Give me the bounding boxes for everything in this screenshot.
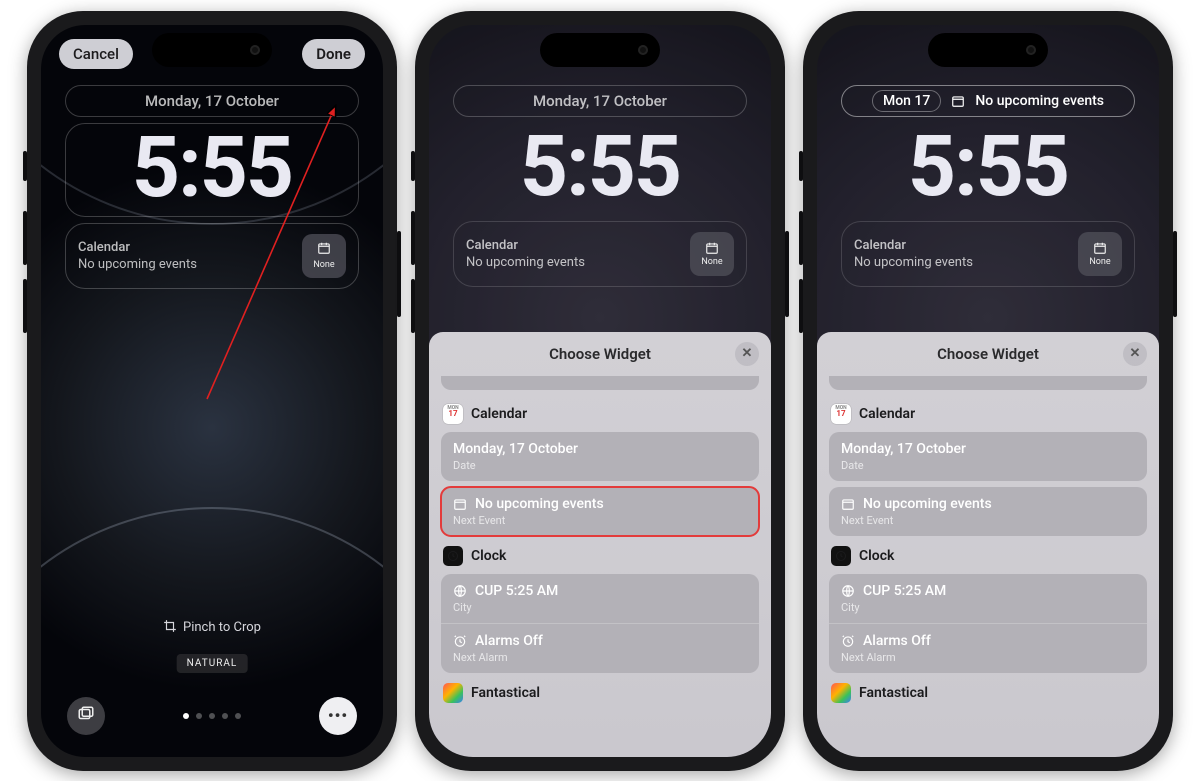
clock-app-icon: [831, 546, 851, 566]
calendar-icon: [453, 497, 467, 511]
filter-chip-natural[interactable]: NATURAL: [177, 654, 248, 673]
lock-screen-editor: Mon 17 No upcoming events 5:55 Calendar …: [817, 25, 1159, 757]
widget-option-next-alarm[interactable]: Alarms Off Next Alarm: [829, 623, 1147, 673]
widget-slot-row[interactable]: Calendar No upcoming events None: [841, 221, 1135, 287]
clock-time: 5:55: [520, 123, 680, 215]
section-header-calendar: MON17 Calendar: [441, 400, 759, 426]
sheet-title: Choose Widget: [549, 345, 651, 363]
fantastical-app-icon: [831, 683, 851, 703]
date-widget-slot[interactable]: Monday, 17 October: [453, 85, 747, 117]
sheet-title: Choose Widget: [937, 345, 1039, 363]
section-header-clock: Clock: [441, 542, 759, 568]
photo-picker-button[interactable]: [67, 697, 105, 735]
widget-none-button[interactable]: None: [690, 232, 734, 276]
calendar-widget-subtitle: No upcoming events: [78, 257, 197, 272]
alarm-icon: [841, 634, 855, 648]
calendar-icon: [841, 497, 855, 511]
close-icon: ✕: [742, 346, 753, 361]
none-label: None: [1089, 257, 1110, 267]
section-header-calendar: MON17 Calendar: [829, 400, 1147, 426]
clock-time: 5:55: [908, 123, 1068, 215]
calendar-widget-title: Calendar: [78, 240, 197, 255]
phone-3: Mon 17 No upcoming events 5:55 Calendar …: [803, 11, 1173, 771]
calendar-widget-subtitle: No upcoming events: [466, 255, 585, 270]
widget-option-next-alarm[interactable]: Alarms Off Next Alarm: [441, 623, 759, 673]
close-button[interactable]: ✕: [1123, 342, 1147, 366]
lock-screen-editor: Cancel Done Monday, 17 October 5:55 Cale…: [41, 25, 383, 757]
pinch-to-crop-hint: Pinch to Crop: [41, 619, 383, 637]
previous-section-peek: [829, 376, 1147, 390]
previous-section-peek: [441, 376, 759, 390]
done-button[interactable]: Done: [302, 39, 365, 69]
widget-none-button[interactable]: None: [1078, 232, 1122, 276]
choose-widget-sheet: Choose Widget ✕ MON17 Calendar Monday, 1…: [817, 332, 1159, 757]
dynamic-island: [928, 33, 1048, 67]
cancel-button[interactable]: Cancel: [59, 39, 133, 69]
calendar-icon: [951, 94, 965, 108]
calendar-icon: [317, 241, 331, 258]
clock-app-icon: [443, 546, 463, 566]
calendar-app-icon: MON17: [831, 404, 851, 424]
ellipsis-icon: •••: [328, 706, 348, 725]
widget-option-city[interactable]: CUP 5:25 AM City: [441, 574, 759, 623]
none-label: None: [313, 260, 334, 270]
next-event-inline: No upcoming events: [975, 93, 1104, 109]
widget-slot-row[interactable]: Calendar No upcoming events None: [65, 223, 359, 289]
none-label: None: [701, 257, 722, 267]
phone-2: Monday, 17 October 5:55 Calendar No upco…: [415, 11, 785, 771]
dynamic-island: [152, 33, 272, 67]
globe-icon: [453, 584, 467, 598]
date-widget-slot[interactable]: Monday, 17 October: [65, 85, 359, 117]
widget-option-date[interactable]: Monday, 17 October Date: [441, 432, 759, 481]
widget-option-next-event[interactable]: No upcoming events Next Event: [829, 487, 1147, 536]
dynamic-island: [540, 33, 660, 67]
widget-none-button[interactable]: None: [302, 234, 346, 278]
date-short: Mon 17: [872, 90, 941, 112]
section-header-clock: Clock: [829, 542, 1147, 568]
close-button[interactable]: ✕: [735, 342, 759, 366]
page-indicator[interactable]: [183, 713, 241, 719]
fantastical-app-icon: [443, 683, 463, 703]
calendar-widget-subtitle: No upcoming events: [854, 255, 973, 270]
section-header-fantastical: Fantastical: [829, 679, 1147, 705]
calendar-widget-title: Calendar: [466, 238, 585, 253]
choose-widget-sheet: Choose Widget ✕ MON17 Calendar Monday, 1…: [429, 332, 771, 757]
more-button[interactable]: •••: [319, 697, 357, 735]
calendar-app-icon: MON17: [443, 404, 463, 424]
widget-slot-row[interactable]: Calendar No upcoming events None: [453, 221, 747, 287]
calendar-widget-title: Calendar: [854, 238, 973, 253]
widget-option-date[interactable]: Monday, 17 October Date: [829, 432, 1147, 481]
globe-icon: [841, 584, 855, 598]
widget-option-city[interactable]: CUP 5:25 AM City: [829, 574, 1147, 623]
phone-1: Cancel Done Monday, 17 October 5:55 Cale…: [27, 11, 397, 771]
section-header-fantastical: Fantastical: [441, 679, 759, 705]
alarm-icon: [453, 634, 467, 648]
photos-icon: [77, 705, 95, 727]
crop-icon: [163, 619, 177, 637]
widget-option-next-event[interactable]: No upcoming events Next Event: [441, 487, 759, 536]
date-widget-slot[interactable]: Mon 17 No upcoming events: [841, 85, 1135, 117]
clock-time: 5:55: [132, 124, 292, 216]
close-icon: ✕: [1130, 346, 1141, 361]
lock-screen-editor: Monday, 17 October 5:55 Calendar No upco…: [429, 25, 771, 757]
time-widget-slot[interactable]: 5:55: [65, 123, 359, 217]
